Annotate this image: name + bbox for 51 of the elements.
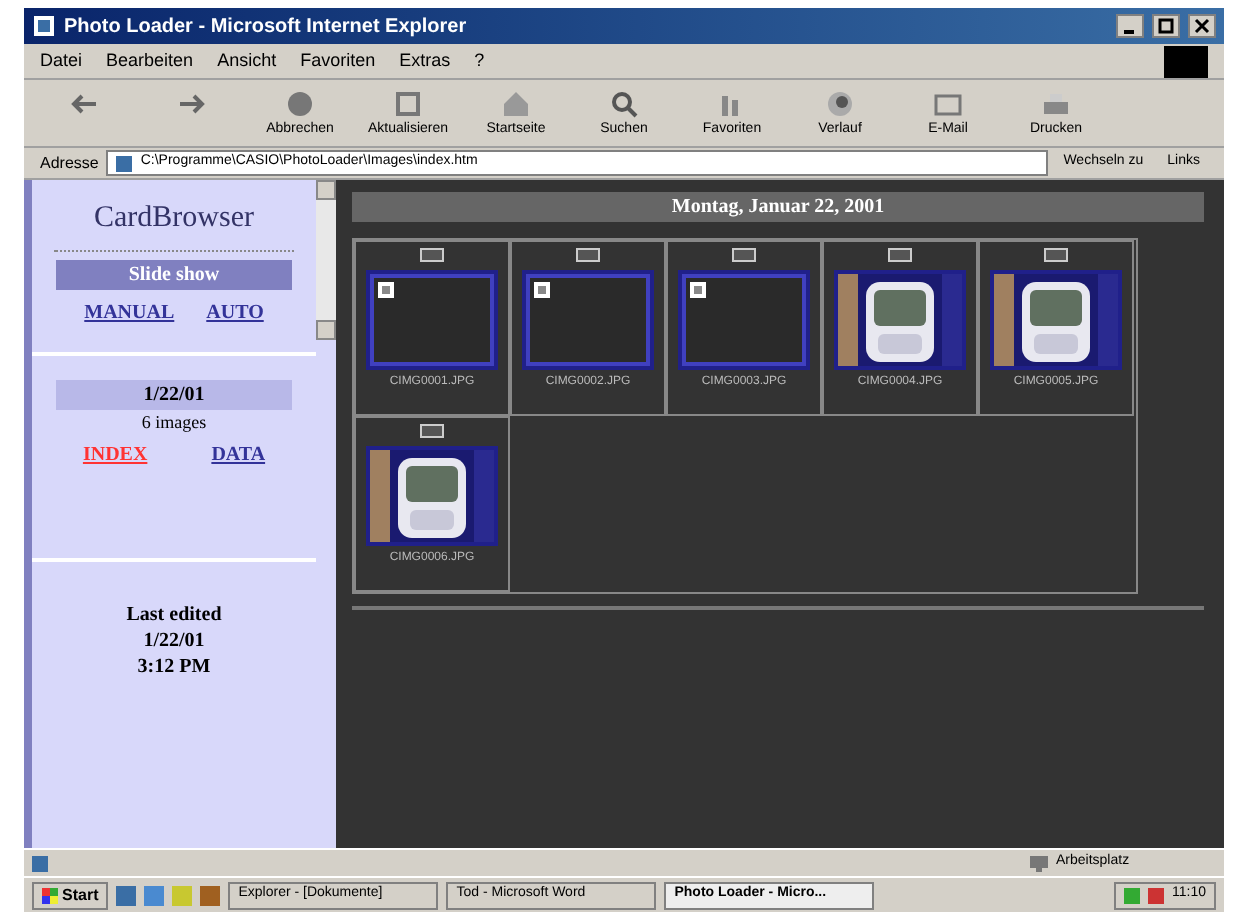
mode-link[interactable]: AUTO (206, 297, 264, 327)
broken-image-icon (378, 282, 394, 298)
start-button[interactable]: Start (32, 881, 109, 909)
last-edited-text: 3:12 PM (137, 654, 211, 680)
last-edited-text: 1/22/01 (143, 628, 205, 654)
select-box[interactable] (420, 424, 444, 438)
slideshow-heading: Slide show (56, 259, 292, 289)
address-label: Adresse (40, 151, 99, 175)
menu-item[interactable]: Datei (40, 47, 83, 75)
sidebar-title: CardBrowser (94, 200, 254, 238)
menu-item[interactable]: Ansicht (217, 47, 277, 75)
close-icon (1194, 18, 1210, 34)
close-button[interactable] (1188, 14, 1216, 38)
search-icon (608, 88, 640, 120)
menu-item[interactable]: Favoriten (300, 47, 376, 75)
broken-image-icon (534, 282, 550, 298)
last-edited-text: Last edited (126, 602, 222, 628)
mode-link[interactable]: MANUAL (84, 297, 175, 327)
windows-logo-icon (42, 887, 58, 903)
broken-image-icon (690, 282, 706, 298)
date-heading: Montag, Januar 22, 2001 (352, 192, 1204, 222)
select-box[interactable] (1044, 248, 1068, 262)
menu-item[interactable]: Bearbeiten (106, 47, 194, 75)
view-link[interactable]: DATA (211, 440, 266, 470)
home-icon (500, 88, 532, 120)
browser-logo (1164, 45, 1208, 77)
page-icon (32, 855, 48, 871)
page-icon (32, 14, 56, 38)
computer-icon (1030, 855, 1048, 871)
maximize-button[interactable] (1152, 14, 1180, 38)
image-count: 6 images (141, 409, 207, 436)
minimize-button[interactable] (1116, 14, 1144, 38)
network-icon (1124, 887, 1140, 903)
select-box[interactable] (888, 248, 912, 262)
history-icon (824, 88, 856, 120)
select-box[interactable] (420, 248, 444, 262)
scrollbar[interactable] (316, 180, 336, 340)
select-box[interactable] (732, 248, 756, 262)
media-icon[interactable] (200, 885, 221, 905)
menu-item[interactable]: Extras (399, 47, 451, 75)
window-title: Photo Loader - Microsoft Internet Explorer (64, 13, 469, 41)
refresh-icon (392, 88, 424, 120)
date-heading: 1/22/01 (56, 379, 292, 409)
browser-icon[interactable] (116, 885, 137, 905)
volume-icon (1148, 887, 1164, 903)
print-icon (1040, 88, 1072, 120)
menu-item[interactable]: ? (474, 47, 485, 75)
maximize-icon (1158, 18, 1174, 34)
select-box[interactable] (576, 248, 600, 262)
page-icon (116, 155, 133, 171)
stop-icon (284, 88, 316, 120)
